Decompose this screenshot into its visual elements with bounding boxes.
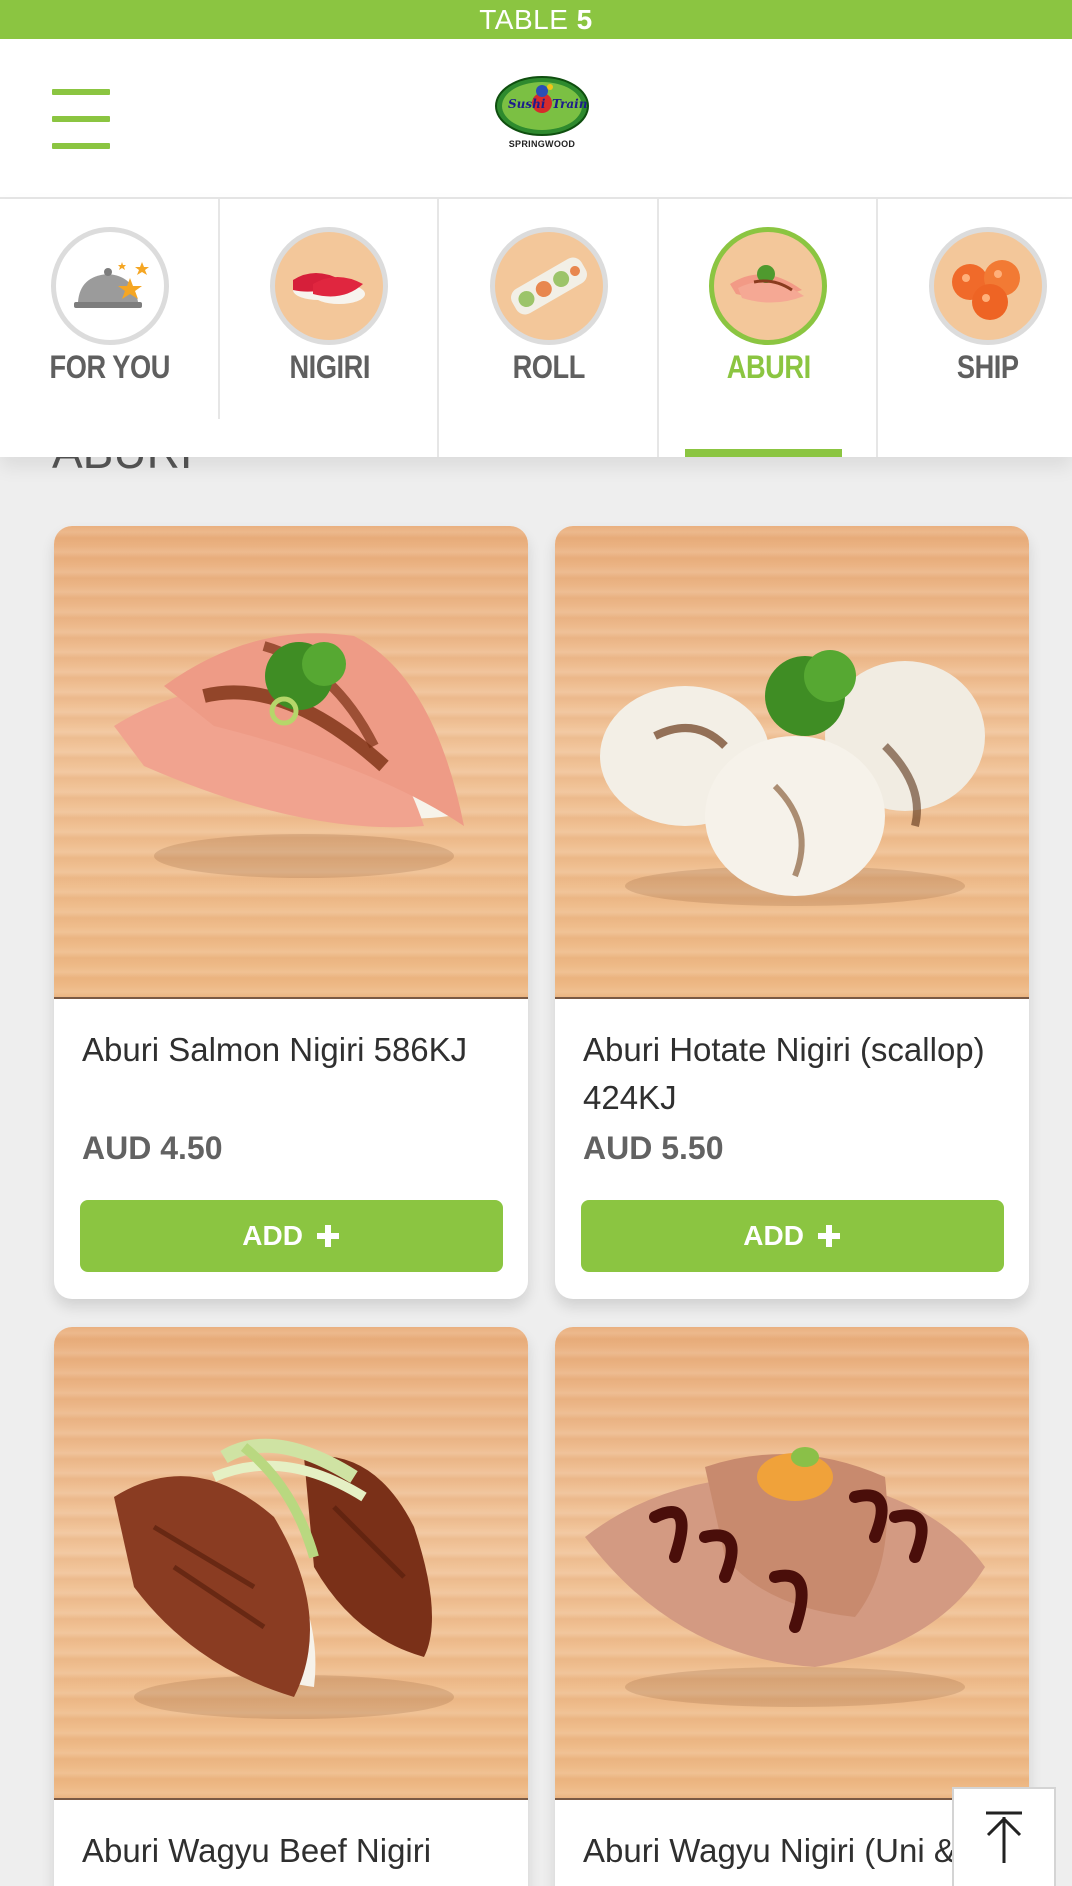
scroll-to-top-button[interactable] <box>952 1787 1056 1886</box>
aburi-icon <box>709 227 828 345</box>
logo-text-right: Train <box>552 97 587 111</box>
plus-icon <box>316 1224 339 1247</box>
product-name: Aburi Hotate Nigiri (scallop) 424KJ <box>583 1031 985 1116</box>
arrow-up-icon <box>986 1811 1022 1863</box>
tab-label-for-you: FOR YOU <box>49 349 171 385</box>
logo-text-left: Sushi <box>508 97 546 111</box>
tab-ship[interactable]: SHIP <box>878 199 1072 457</box>
tab-roll[interactable]: ROLL <box>439 199 659 457</box>
product-card[interactable]: Aburi Salmon Nigiri 586KJ AUD 4.50 ADD <box>54 526 528 1299</box>
add-button[interactable]: ADD <box>581 1200 1004 1272</box>
tab-label-roll: ROLL <box>512 349 586 385</box>
nigiri-icon <box>270 227 389 345</box>
product-name: Aburi Wagyu Nigiri (Uni & Wasabi) 478KJ <box>583 1832 956 1886</box>
table-label: TABLE <box>479 4 569 35</box>
table-number: 5 <box>576 4 593 35</box>
logo: Sushi Train SPRINGWOOD <box>490 75 594 165</box>
cloche-star-icon <box>50 227 169 345</box>
product-image <box>555 1327 1029 1800</box>
tab-label-ship: SHIP <box>956 349 1019 385</box>
menu-icon[interactable] <box>52 89 110 149</box>
plus-icon <box>817 1224 840 1247</box>
logo-subtitle: SPRINGWOOD <box>508 139 576 149</box>
tab-label-nigiri: NIGIRI <box>288 349 370 385</box>
product-price: AUD 4.50 <box>82 1130 223 1166</box>
roll-icon <box>489 227 608 345</box>
category-tabs: FOR YOU NIGIRI ROLL ABURI SHIP <box>0 199 1072 457</box>
header: Sushi Train SPRINGWOOD <box>0 39 1072 199</box>
product-card[interactable]: Aburi Wagyu Beef Nigiri 478kJ <box>54 1327 528 1886</box>
table-bar: TABLE 5 <box>0 0 1072 39</box>
product-image <box>54 526 528 999</box>
product-image <box>555 526 1029 999</box>
add-button-label: ADD <box>743 1220 804 1251</box>
tab-aburi[interactable]: ABURI <box>659 199 879 457</box>
tab-for-you[interactable]: FOR YOU <box>0 199 220 457</box>
tab-label-aburi: ABURI <box>726 349 811 385</box>
product-card[interactable]: Aburi Hotate Nigiri (scallop) 424KJ AUD … <box>555 526 1029 1299</box>
tab-nigiri[interactable]: NIGIRI <box>220 199 440 457</box>
add-button-label: ADD <box>242 1220 303 1251</box>
product-name: Aburi Wagyu Beef Nigiri 478kJ <box>82 1832 432 1886</box>
product-image <box>54 1327 528 1800</box>
active-tab-indicator <box>685 449 842 457</box>
add-button[interactable]: ADD <box>80 1200 503 1272</box>
gunkan-ship-icon <box>928 227 1047 345</box>
product-name: Aburi Salmon Nigiri 586KJ <box>82 1031 468 1068</box>
product-price: AUD 5.50 <box>583 1130 724 1166</box>
